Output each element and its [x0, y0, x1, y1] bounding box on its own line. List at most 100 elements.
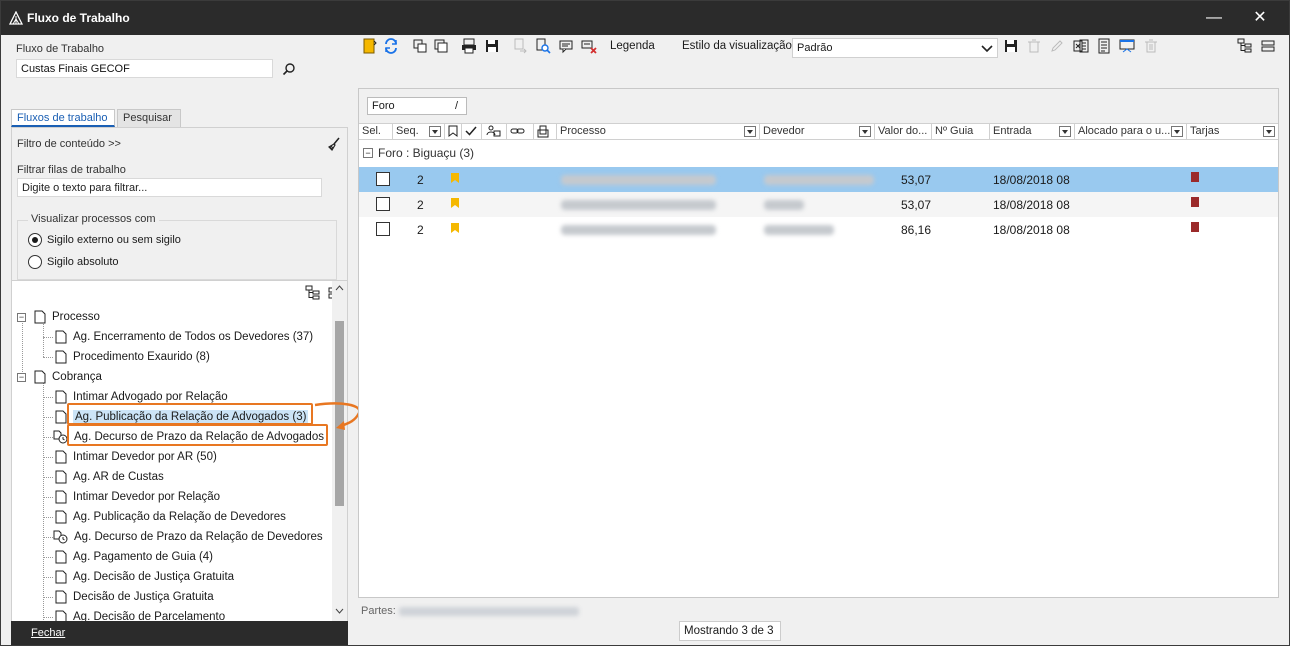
tree-item[interactable]: Intimar Devedor por AR (50) — [55, 447, 217, 467]
tree-node-cobranca[interactable]: − Cobrança — [17, 367, 102, 387]
dropdown-icon[interactable] — [1059, 126, 1071, 137]
close-window-button[interactable]: ✕ — [1237, 5, 1283, 31]
tree-scrollbar[interactable] — [332, 281, 347, 621]
search-document-icon[interactable] — [534, 37, 552, 55]
print-icon[interactable] — [460, 37, 478, 55]
radio-unchecked-icon — [28, 255, 42, 269]
tree-item[interactable]: Ag. Pagamento de Guia (4) — [55, 547, 213, 567]
search-icon[interactable] — [280, 60, 298, 78]
table-row[interactable]: 2 53,07 18/08/2018 08 — [359, 167, 1278, 192]
tree-guide — [43, 437, 53, 438]
dropdown-icon[interactable] — [1171, 126, 1183, 137]
col-flag[interactable] — [445, 124, 462, 140]
estilo-select[interactable]: Padrão — [792, 38, 998, 58]
col-users[interactable] — [482, 124, 507, 140]
tree-guide — [43, 577, 53, 578]
col-seq[interactable]: Seq. — [393, 124, 445, 140]
col-devedor[interactable]: Devedor — [760, 124, 875, 140]
minimize-button[interactable]: — — [1191, 5, 1237, 31]
edit-disabled-icon[interactable] — [1048, 37, 1066, 55]
col-entrada[interactable]: Entrada — [990, 124, 1075, 140]
row-checkbox[interactable] — [376, 197, 390, 211]
flag-icon — [451, 198, 459, 208]
fechar-button[interactable]: Fechar — [31, 627, 65, 639]
save-doc-icon[interactable] — [483, 37, 501, 55]
collapse-icon[interactable]: − — [363, 148, 373, 158]
expand-groups-icon[interactable] — [1236, 37, 1254, 55]
collapse-icon[interactable]: − — [17, 372, 26, 382]
row-checkbox[interactable] — [376, 172, 390, 186]
filtrar-label: Filtrar filas de trabalho — [17, 164, 126, 176]
table-row[interactable]: 2 86,16 18/08/2018 08 — [359, 217, 1278, 242]
trash-disabled-icon[interactable] — [1142, 37, 1160, 55]
dropdown-icon[interactable] — [744, 126, 756, 137]
refresh-icon[interactable] — [382, 37, 400, 55]
scroll-up-icon[interactable] — [335, 285, 344, 291]
tree-item[interactable]: Intimar Devedor por Relação — [55, 487, 220, 507]
delete-view-disabled-icon[interactable] — [1025, 37, 1043, 55]
tree-item[interactable]: Ag. Decisão de Parcelamento — [55, 607, 225, 621]
tree-item[interactable]: Ag. AR de Custas — [55, 467, 164, 487]
tree-item[interactable]: Ag. Encerramento de Todos os Devedores (… — [55, 327, 313, 347]
tree-guide — [43, 597, 53, 598]
col-sel[interactable]: Sel. — [359, 124, 393, 140]
col-processo[interactable]: Processo — [557, 124, 760, 140]
config-view-icon[interactable] — [1118, 37, 1136, 55]
tree-item[interactable]: Ag. Publicação da Relação de Devedores — [55, 507, 286, 527]
fluxo-input[interactable]: Custas Finais GECOF — [16, 59, 273, 78]
dropdown-icon[interactable] — [1263, 126, 1275, 137]
report-icon[interactable] — [1095, 37, 1113, 55]
group-row-foro[interactable]: − Foro : Biguaçu (3) — [359, 142, 1278, 164]
col-guia[interactable]: Nº Guia — [932, 124, 990, 140]
new-item-icon[interactable] — [361, 37, 379, 55]
highlight-box — [67, 403, 313, 425]
col-attach[interactable] — [534, 124, 557, 140]
comment-icon[interactable] — [557, 37, 575, 55]
broom-icon[interactable] — [325, 135, 343, 153]
col-label: Tarjas — [1190, 125, 1220, 137]
flag-icon — [451, 223, 459, 233]
save-view-icon[interactable] — [1002, 37, 1020, 55]
col-check[interactable] — [462, 124, 482, 140]
expand-tree-icon[interactable] — [304, 284, 322, 302]
cell-valor: 86,16 — [901, 223, 932, 237]
col-label: Entrada — [993, 125, 1032, 137]
radio-sigilo-externo[interactable]: Sigilo externo ou sem sigilo — [28, 231, 278, 249]
radio-sigilo-absoluto[interactable]: Sigilo absoluto — [28, 253, 278, 271]
row-checkbox[interactable] — [376, 222, 390, 236]
left-panel: Filtro de conteúdo >> Filtrar filas de t… — [11, 127, 348, 621]
tree-item[interactable]: Decisão de Justiça Gratuita — [55, 587, 214, 607]
scroll-down-icon[interactable] — [335, 608, 344, 614]
col-tarjas[interactable]: Tarjas — [1187, 124, 1278, 140]
col-valor[interactable]: Valor do... — [875, 124, 932, 140]
fechar-bar: Fechar — [11, 621, 348, 645]
cell-seq: 2 — [417, 223, 424, 237]
tab-fluxos[interactable]: Fluxos de trabalho — [11, 109, 115, 127]
legenda-button[interactable]: Legenda — [610, 40, 655, 52]
move-disabled-icon[interactable] — [511, 37, 529, 55]
cell-entrada: 18/08/2018 08 — [993, 198, 1070, 212]
tree-item[interactable]: Ag. Decurso de Prazo da Relação de Deved… — [53, 527, 323, 547]
duplicate-icon[interactable] — [432, 37, 450, 55]
dropdown-icon[interactable] — [859, 126, 871, 137]
tab-pesquisar[interactable]: Pesquisar — [117, 109, 181, 127]
copy-window-icon[interactable] — [411, 37, 429, 55]
col-link[interactable] — [507, 124, 534, 140]
tree-item[interactable]: Procedimento Exaurido (8) — [55, 347, 210, 367]
cell-seq: 2 — [417, 173, 424, 187]
collapse-icon[interactable]: − — [17, 312, 26, 322]
table-row[interactable]: 2 53,07 18/08/2018 08 — [359, 192, 1278, 217]
group-chip-foro[interactable]: Foro / — [367, 97, 467, 115]
filtrar-input[interactable]: Digite o texto para filtrar... — [17, 178, 322, 197]
tree-label: Ag. Pagamento de Guia (4) — [73, 551, 213, 563]
tree-label: Intimar Devedor por AR (50) — [73, 451, 217, 463]
tree-node-processo[interactable]: − Processo — [17, 307, 100, 327]
export-excel-icon[interactable] — [1072, 37, 1090, 55]
collapse-groups-icon[interactable] — [1259, 37, 1277, 55]
filtro-conteudo-toggle[interactable]: Filtro de conteúdo >> — [17, 138, 121, 150]
remove-comment-icon[interactable] — [580, 37, 598, 55]
status-count: Mostrando 3 de 3 — [679, 621, 781, 641]
col-alocado[interactable]: Alocado para o u... — [1075, 124, 1187, 140]
dropdown-icon[interactable] — [429, 126, 441, 137]
tree-item[interactable]: Ag. Decisão de Justiça Gratuita — [55, 567, 234, 587]
